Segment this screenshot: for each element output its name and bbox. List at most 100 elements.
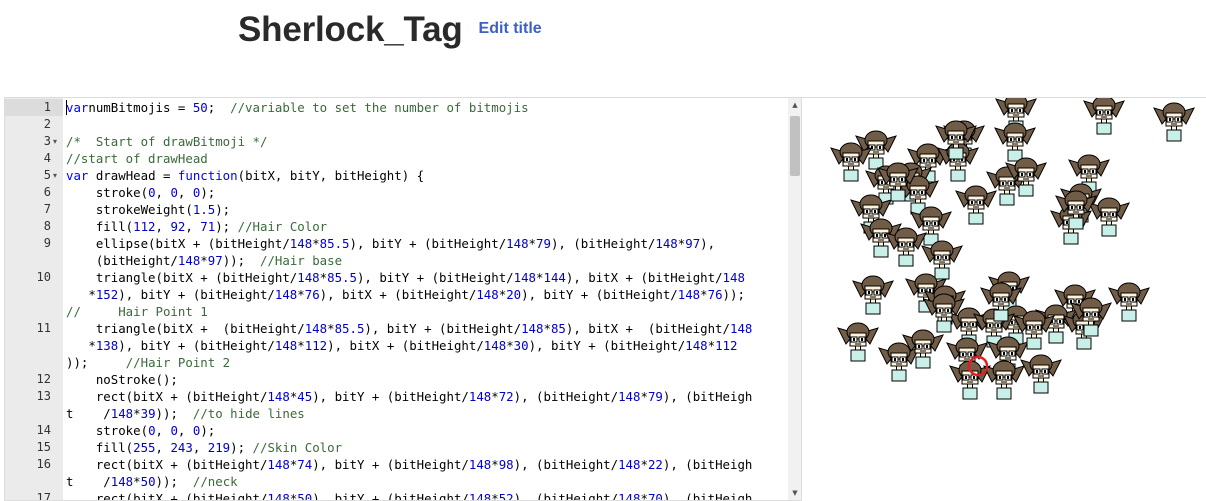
- code-line[interactable]: 12 noStroke();: [5, 371, 788, 388]
- code-line[interactable]: 16 rect(bitX + (bitHeight/148*74), bitY …: [5, 456, 788, 473]
- code-token: 20: [506, 287, 522, 302]
- code-text: stroke(0, 0, 0);: [66, 422, 215, 439]
- code-token: *: [640, 491, 648, 501]
- code-text: fill(112, 92, 71); //Hair Color: [66, 218, 327, 235]
- code-text: varnumBitmojis = 50; //variable to set t…: [66, 99, 529, 116]
- code-token: ), bitX + (bitHeight/: [319, 287, 477, 302]
- code-line[interactable]: (bitHeight/148*97)); //Hair base: [5, 252, 788, 269]
- gutter-cell: [5, 252, 63, 269]
- code-token: *: [491, 491, 499, 501]
- code-line[interactable]: 4 //start of drawHead: [5, 150, 788, 167]
- code-line[interactable]: 7 strokeWeight(1.5);: [5, 201, 788, 218]
- code-editor[interactable]: 1 varnumBitmojis = 50; //variable to set …: [4, 97, 801, 501]
- code-token: 52: [498, 491, 514, 501]
- line-number: 11: [36, 321, 51, 335]
- code-line[interactable]: 14 stroke(0, 0, 0);: [5, 422, 788, 439]
- code-line[interactable]: 8 fill(112, 92, 71); //Hair Color: [5, 218, 788, 235]
- code-text: rect(bitX + (bitHeight/148*74), bitY + (…: [66, 456, 753, 473]
- code-token: fill(: [66, 219, 134, 234]
- code-token: strokeWeight(: [66, 202, 193, 217]
- code-line[interactable]: 1 varnumBitmojis = 50; //variable to set …: [5, 99, 788, 116]
- code-token: *: [707, 338, 716, 353]
- code-line[interactable]: 17 rect(bitX + (bitHeight/148*50), bitY …: [5, 490, 788, 501]
- gutter-cell: 15: [5, 439, 63, 456]
- gutter-cell: 6: [5, 184, 63, 201]
- code-line[interactable]: 10 triangle(bitX + (bitHeight/148*85.5),…: [5, 269, 788, 286]
- line-number: 9: [43, 236, 51, 250]
- editor-scrollbar[interactable]: ▲ ▼: [788, 98, 801, 500]
- line-number: 14: [36, 423, 51, 437]
- code-line[interactable]: 11 triangle(bitX + (bitHeight/148*85.5),…: [5, 320, 788, 337]
- code-token: 0: [170, 185, 178, 200]
- gutter-cell: 8: [5, 218, 63, 235]
- code-token: ), bitY + (bitHeight/: [312, 457, 469, 472]
- code-text: var drawHead = function(bitX, bitY, bitH…: [66, 167, 424, 184]
- bitmoji: [1088, 197, 1130, 237]
- scroll-down-icon[interactable]: ▼: [788, 488, 801, 498]
- gutter-cell: 2: [5, 116, 63, 133]
- code-line[interactable]: 13 rect(bitX + (bitHeight/148*45), bitY …: [5, 388, 788, 405]
- code-token: 243: [170, 440, 193, 455]
- code-area[interactable]: 1 varnumBitmojis = 50; //variable to set …: [5, 98, 788, 500]
- fold-toggle-icon[interactable]: ▾: [53, 133, 57, 150]
- code-line[interactable]: 3 ▾/* Start of drawBitmoji */: [5, 133, 788, 150]
- code-token: 219: [207, 440, 231, 455]
- code-token: 79: [536, 236, 551, 251]
- gutter-cell: 16: [5, 456, 63, 473]
- code-line[interactable]: 9 ellipse(bitX + (bitHeight/148*85.5), b…: [5, 235, 788, 252]
- code-token: 148: [177, 253, 201, 268]
- code-token: function: [177, 168, 238, 183]
- code-token: ,: [155, 423, 171, 438]
- code-token: ), bitY + (bitHeight/: [356, 270, 514, 285]
- code-token: 148: [110, 474, 134, 489]
- code-token: ), (bitHeight/: [513, 457, 619, 472]
- code-token: ), bitY + (bitHeight/: [118, 338, 275, 353]
- code-token: 0: [148, 423, 156, 438]
- code-line[interactable]: 2: [5, 116, 788, 133]
- code-token: *: [133, 406, 141, 421]
- code-token: 92: [170, 219, 186, 234]
- line-number: 5: [43, 168, 51, 182]
- code-token: 148: [267, 457, 290, 472]
- edit-title-link[interactable]: Edit title: [479, 20, 542, 38]
- line-number: 17: [36, 491, 51, 501]
- code-token: (bitX, bitY, bitHeight) {: [237, 168, 425, 183]
- code-text: rect(bitX + (bitHeight/148*45), bitY + (…: [66, 388, 753, 405]
- code-line[interactable]: t /148*50)); //neck: [5, 473, 788, 490]
- code-line[interactable]: // Hair Point 1: [5, 303, 788, 320]
- code-text: ellipse(bitX + (bitHeight/148*85.5), bit…: [66, 235, 715, 252]
- code-token: //Hair base: [260, 253, 343, 268]
- gutter-cell: 7: [5, 201, 63, 218]
- code-line[interactable]: t /148*39)); //to hide lines: [5, 405, 788, 422]
- code-line[interactable]: *138), bitY + (bitHeight/148*112), bitX …: [5, 337, 788, 354]
- fold-toggle-icon[interactable]: ▾: [53, 167, 57, 184]
- code-token: 70: [647, 491, 663, 501]
- code-text: /* Start of drawBitmoji */: [66, 133, 267, 150]
- code-token: 148: [468, 491, 492, 501]
- scrollbar-thumb[interactable]: [790, 116, 800, 176]
- code-line[interactable]: 5 ▾ var drawHead = function(bitX, bitY, bi…: [5, 167, 788, 184]
- code-token: stroke(: [66, 423, 149, 438]
- code-line[interactable]: 6 stroke(0, 0, 0);: [5, 184, 788, 201]
- gutter-cell: 4: [5, 150, 63, 167]
- code-line[interactable]: )); //Hair Point 2: [5, 354, 788, 371]
- code-token: 50: [140, 474, 156, 489]
- code-token: 148: [274, 338, 298, 353]
- code-token: fill(: [66, 440, 134, 455]
- line-number: 13: [36, 389, 51, 403]
- code-line[interactable]: 15 fill(255, 243, 219); //Skin Color: [5, 439, 788, 456]
- code-token: 98: [498, 457, 514, 472]
- bitmoji: [837, 322, 879, 362]
- code-token: 148: [729, 321, 753, 336]
- code-token: ), bitY + (bitHeight/: [349, 236, 507, 251]
- code-token: ));: [222, 253, 260, 268]
- output-canvas[interactable]: [801, 97, 1206, 501]
- code-token: *: [528, 236, 537, 251]
- code-line[interactable]: *152), bitY + (bitHeight/148*76), bitX +…: [5, 286, 788, 303]
- code-token: numBitmojis =: [88, 100, 193, 115]
- bitmoji: [1083, 98, 1125, 135]
- code-token: ), (bitHeight/: [550, 236, 656, 251]
- scroll-up-icon[interactable]: ▲: [788, 100, 801, 110]
- bitmoji: [852, 275, 894, 315]
- gutter-cell: [5, 303, 63, 320]
